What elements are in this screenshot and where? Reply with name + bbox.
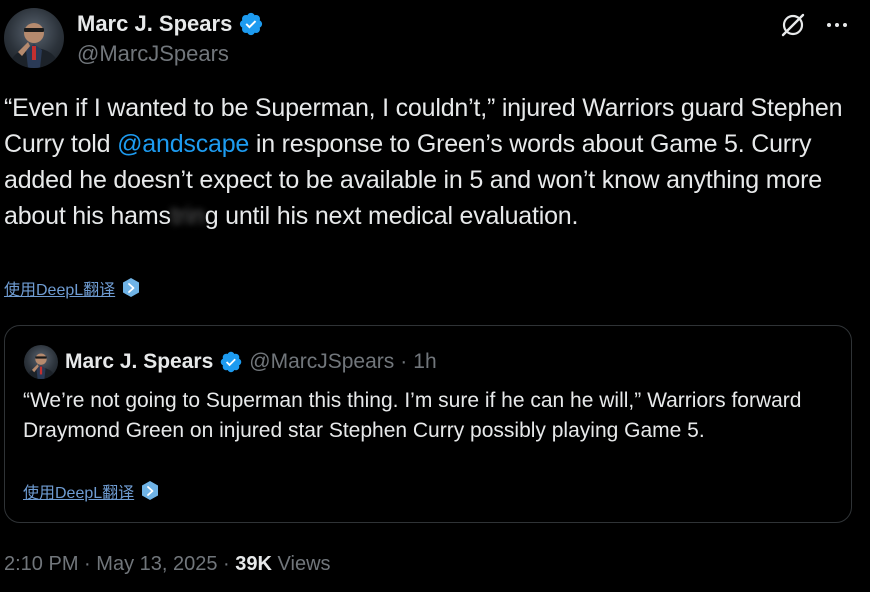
blurred-text: trin (170, 202, 205, 230)
quoted-avatar[interactable] (24, 345, 58, 379)
top-actions (778, 10, 852, 40)
quoted-header: Marc J. Spears @MarcJSpears · 1h (65, 347, 437, 377)
more-icon[interactable] (822, 10, 852, 40)
tweet-text: “Even if I wanted to be Superman, I coul… (4, 90, 844, 234)
quoted-handle[interactable]: @MarcJSpears (249, 350, 394, 374)
translate-row: 使用DeepL翻译 (4, 276, 141, 300)
quoted-timestamp[interactable]: 1h (413, 350, 436, 374)
tweet-meta: 2:10 PM · May 13, 2025 · 39K Views (4, 553, 331, 576)
quoted-display-name[interactable]: Marc J. Spears (65, 350, 213, 374)
quoted-verified-badge-icon (219, 350, 243, 374)
quoted-separator: · (400, 350, 408, 373)
quoted-tweet-card[interactable]: Marc J. Spears @MarcJSpears · 1h “We’re … (4, 325, 852, 523)
post-date[interactable]: May 13, 2025 (96, 553, 217, 575)
avatar-photo (10, 23, 58, 68)
quoted-translate-row: 使用DeepL翻译 (23, 479, 160, 503)
quoted-translate-link[interactable]: 使用DeepL翻译 (23, 479, 134, 503)
quoted-avatar-photo (27, 353, 55, 379)
author-name-row[interactable]: Marc J. Spears (77, 9, 264, 39)
author-display-name[interactable]: Marc J. Spears (77, 11, 232, 37)
mention-link[interactable]: @andscape (117, 130, 249, 158)
tweet-text-part3: g until his next medical evaluation. (204, 202, 579, 230)
tweet: Marc J. Spears @MarcJSpears “Even if I w… (0, 0, 870, 592)
views-label: Views (277, 553, 331, 575)
avatar[interactable] (4, 8, 64, 68)
grok-icon[interactable] (778, 10, 808, 40)
deepl-icon[interactable] (121, 277, 141, 299)
views-count: 39K (235, 553, 272, 575)
post-time[interactable]: 2:10 PM (4, 553, 78, 575)
meta-separator: · (84, 553, 91, 575)
translate-link[interactable]: 使用DeepL翻译 (4, 276, 115, 300)
verified-badge-icon (238, 11, 264, 37)
quoted-text: “We’re not going to Superman this thing.… (23, 389, 802, 442)
meta-separator-2: · (223, 553, 230, 575)
author-handle[interactable]: @MarcJSpears (77, 41, 229, 67)
quoted-deepl-icon[interactable] (140, 480, 160, 502)
